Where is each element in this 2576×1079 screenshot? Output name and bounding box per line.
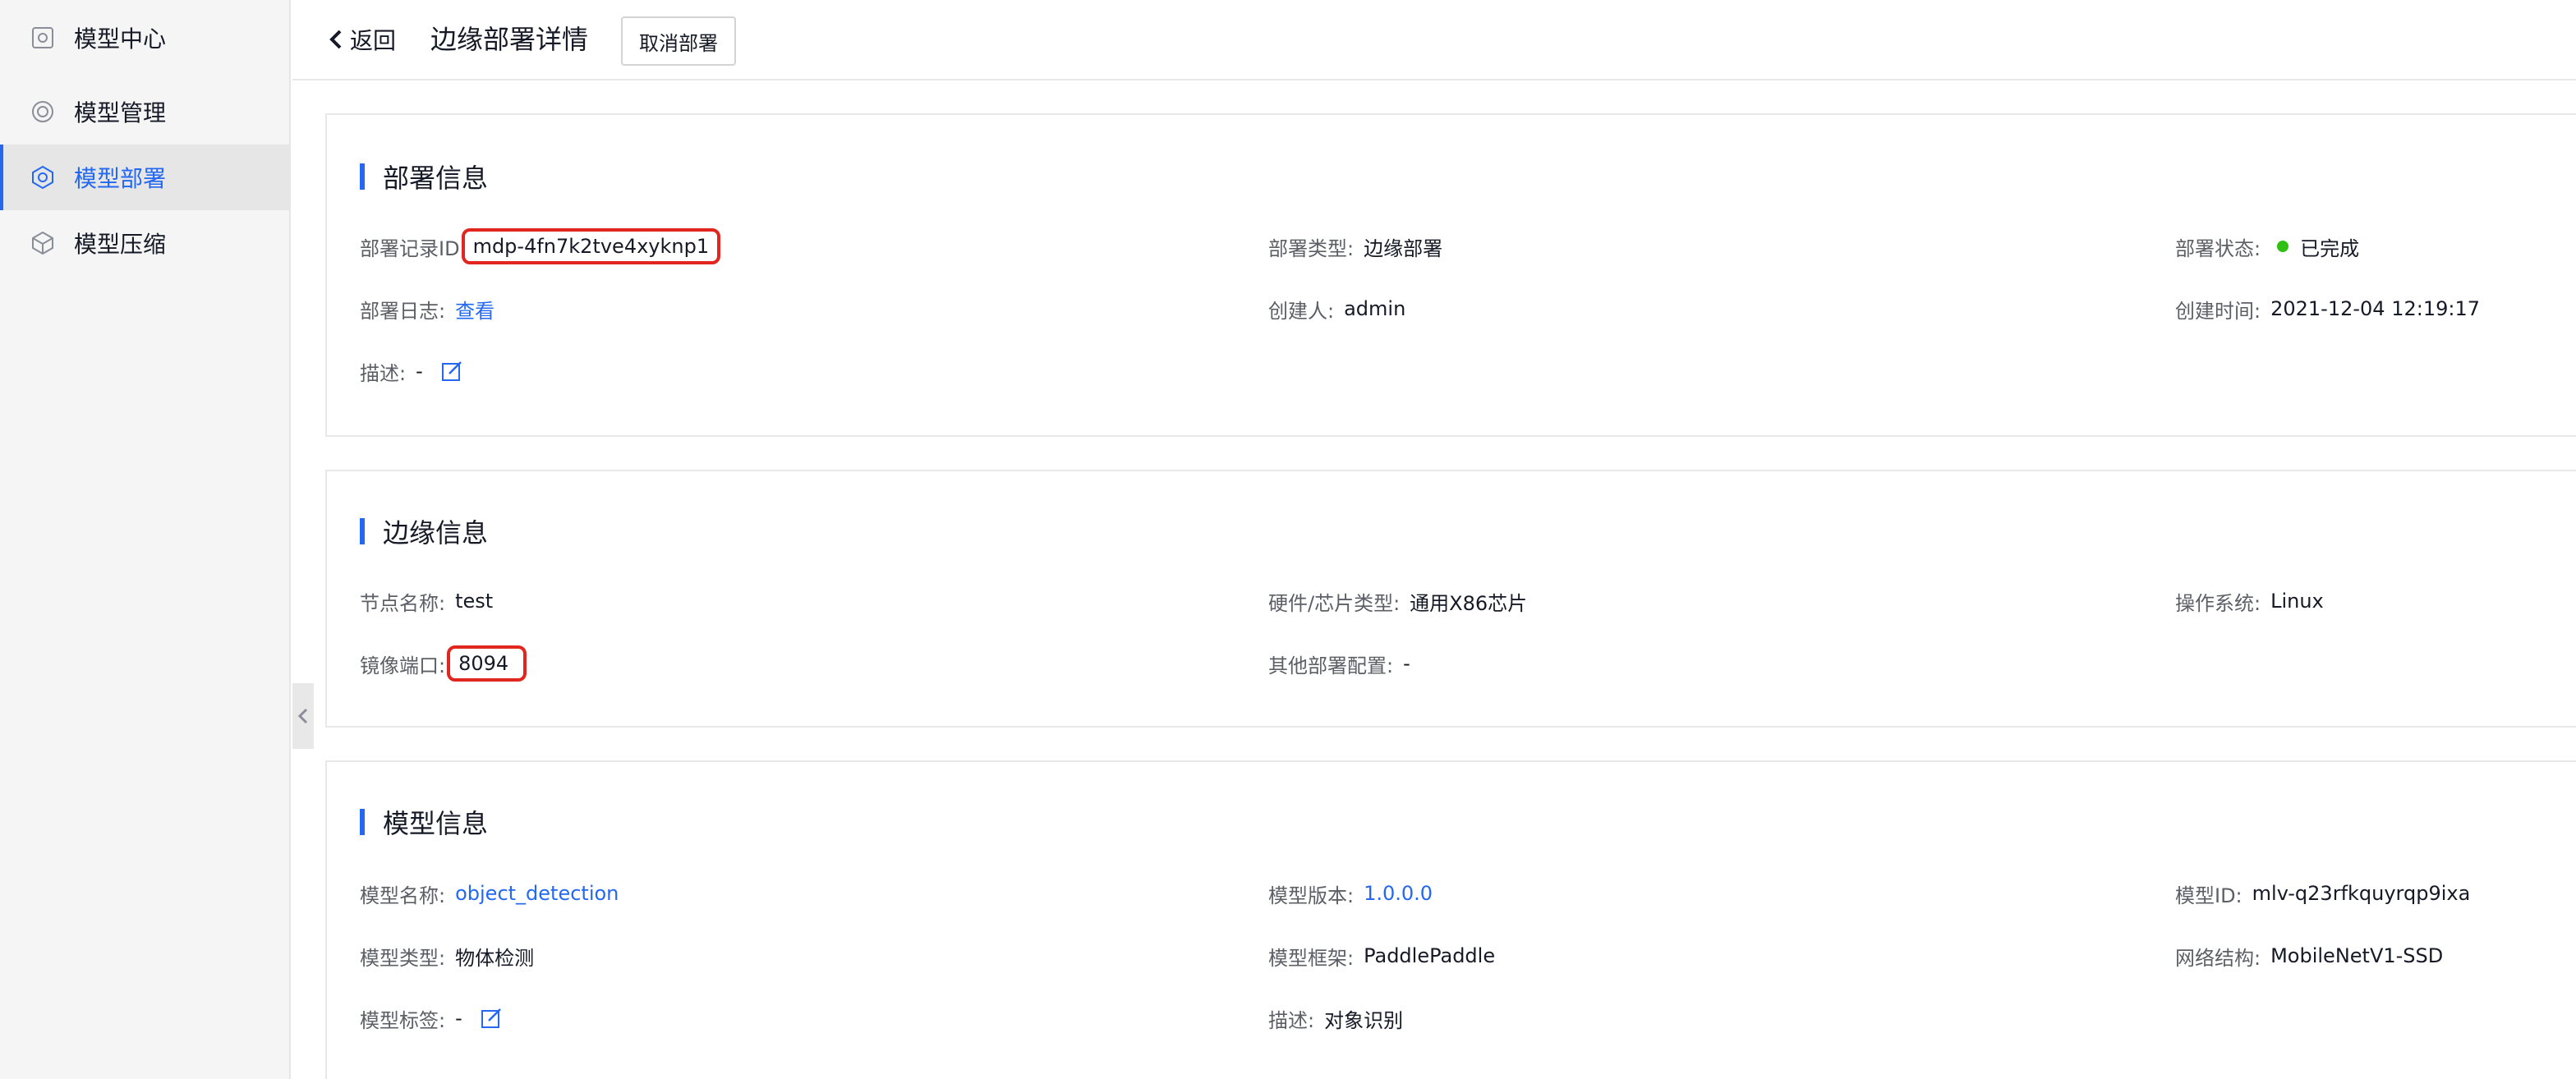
deploy-log-field: 部署日志: 查看 bbox=[360, 292, 494, 325]
deploy-status-field: 部署状态: 已完成 bbox=[2175, 230, 2359, 263]
hardware-type-field: 硬件/芯片类型: 通用X86芯片 bbox=[1268, 591, 1528, 615]
cancel-deploy-button[interactable]: 取消部署 bbox=[621, 16, 736, 66]
model-manage-icon bbox=[30, 99, 56, 125]
record-id-field: 部署记录ID mdp-4fn7k2tve4xyknp1 bbox=[360, 228, 721, 264]
chevron-left-icon bbox=[329, 30, 342, 49]
sidebar-collapse-handle[interactable] bbox=[292, 683, 314, 749]
edit-icon[interactable] bbox=[481, 1008, 502, 1029]
page-header: 返回 边缘部署详情 取消部署 bbox=[292, 0, 2576, 80]
status-badge: 已完成 bbox=[2300, 236, 2360, 260]
edge-info-card: 边缘信息 节点名称: test 硬件/芯片类型: 通用X86芯片 操作系统: L… bbox=[325, 470, 2576, 728]
sidebar-item-label: 模型部署 bbox=[74, 165, 167, 192]
section-title: 边缘信息 bbox=[360, 512, 488, 550]
creator-field: 创建人: admin bbox=[1268, 297, 1406, 323]
sidebar-item-model-deploy[interactable]: 模型部署 bbox=[0, 145, 291, 210]
title-accent-bar bbox=[360, 809, 365, 835]
model-framework-field: 模型框架: PaddlePaddle bbox=[1268, 944, 1496, 970]
sidebar-item-label: 模型管理 bbox=[74, 99, 167, 126]
section-title: 模型信息 bbox=[360, 803, 488, 841]
sidebar: 模型中心 模型管理 模型部署 模型压缩 bbox=[0, 0, 291, 1079]
created-time-field: 创建时间: 2021-12-04 12:19:17 bbox=[2175, 297, 2480, 323]
page-title: 边缘部署详情 bbox=[430, 24, 589, 55]
image-port-field: 镜像端口: 8094 bbox=[360, 645, 527, 682]
other-config-field: 其他部署配置: - bbox=[1268, 652, 1410, 677]
model-name-field: 模型名称: object_detection bbox=[360, 882, 619, 907]
title-accent-bar bbox=[360, 518, 365, 544]
view-log-link[interactable]: 查看 bbox=[455, 295, 494, 324]
model-center-icon bbox=[30, 25, 56, 51]
back-label: 返回 bbox=[350, 27, 397, 54]
sidebar-item-model-manage[interactable]: 模型管理 bbox=[0, 79, 291, 145]
sidebar-item-model-center[interactable]: 模型中心 bbox=[0, 5, 291, 71]
deploy-type-field: 部署类型: 边缘部署 bbox=[1268, 236, 1443, 260]
sidebar-item-model-compress[interactable]: 模型压缩 bbox=[0, 210, 291, 276]
record-id-value: mdp-4fn7k2tve4xyknp1 bbox=[461, 228, 721, 264]
model-compress-icon bbox=[30, 230, 56, 256]
model-tag-field: 模型标签: - bbox=[360, 1002, 502, 1035]
chevron-left-icon bbox=[297, 708, 308, 724]
model-deploy-icon bbox=[30, 164, 56, 191]
model-id-field: 模型ID: mlv-q23rfkquyrqp9ixa bbox=[2175, 882, 2471, 907]
os-field: 操作系统: Linux bbox=[2175, 590, 2324, 615]
description-field: 描述: - bbox=[360, 355, 462, 388]
model-type-field: 模型类型: 物体检测 bbox=[360, 946, 535, 970]
title-accent-bar bbox=[360, 163, 365, 190]
image-port-value: 8094 bbox=[447, 645, 527, 682]
model-version-link[interactable]: 1.0.0.0 bbox=[1364, 882, 1433, 905]
model-name-link[interactable]: object_detection bbox=[455, 882, 619, 905]
back-button[interactable]: 返回 bbox=[329, 23, 396, 56]
model-info-card: 模型信息 模型名称: object_detection 模型版本: 1.0.0.… bbox=[325, 760, 2576, 1079]
network-structure-field: 网络结构: MobileNetV1-SSD bbox=[2175, 944, 2444, 970]
sidebar-item-label: 模型中心 bbox=[74, 25, 167, 53]
section-title: 部署信息 bbox=[360, 158, 488, 195]
edit-icon[interactable] bbox=[441, 360, 462, 382]
sidebar-item-label: 模型压缩 bbox=[74, 231, 167, 258]
model-description-field: 描述: 对象识别 bbox=[1268, 1008, 1404, 1032]
node-name-field: 节点名称: test bbox=[360, 590, 494, 615]
status-success-dot bbox=[2277, 241, 2289, 252]
model-version-field: 模型版本: 1.0.0.0 bbox=[1268, 882, 1433, 907]
deploy-info-card: 部署信息 部署记录ID mdp-4fn7k2tve4xyknp1 部署类型: 边… bbox=[325, 113, 2576, 437]
